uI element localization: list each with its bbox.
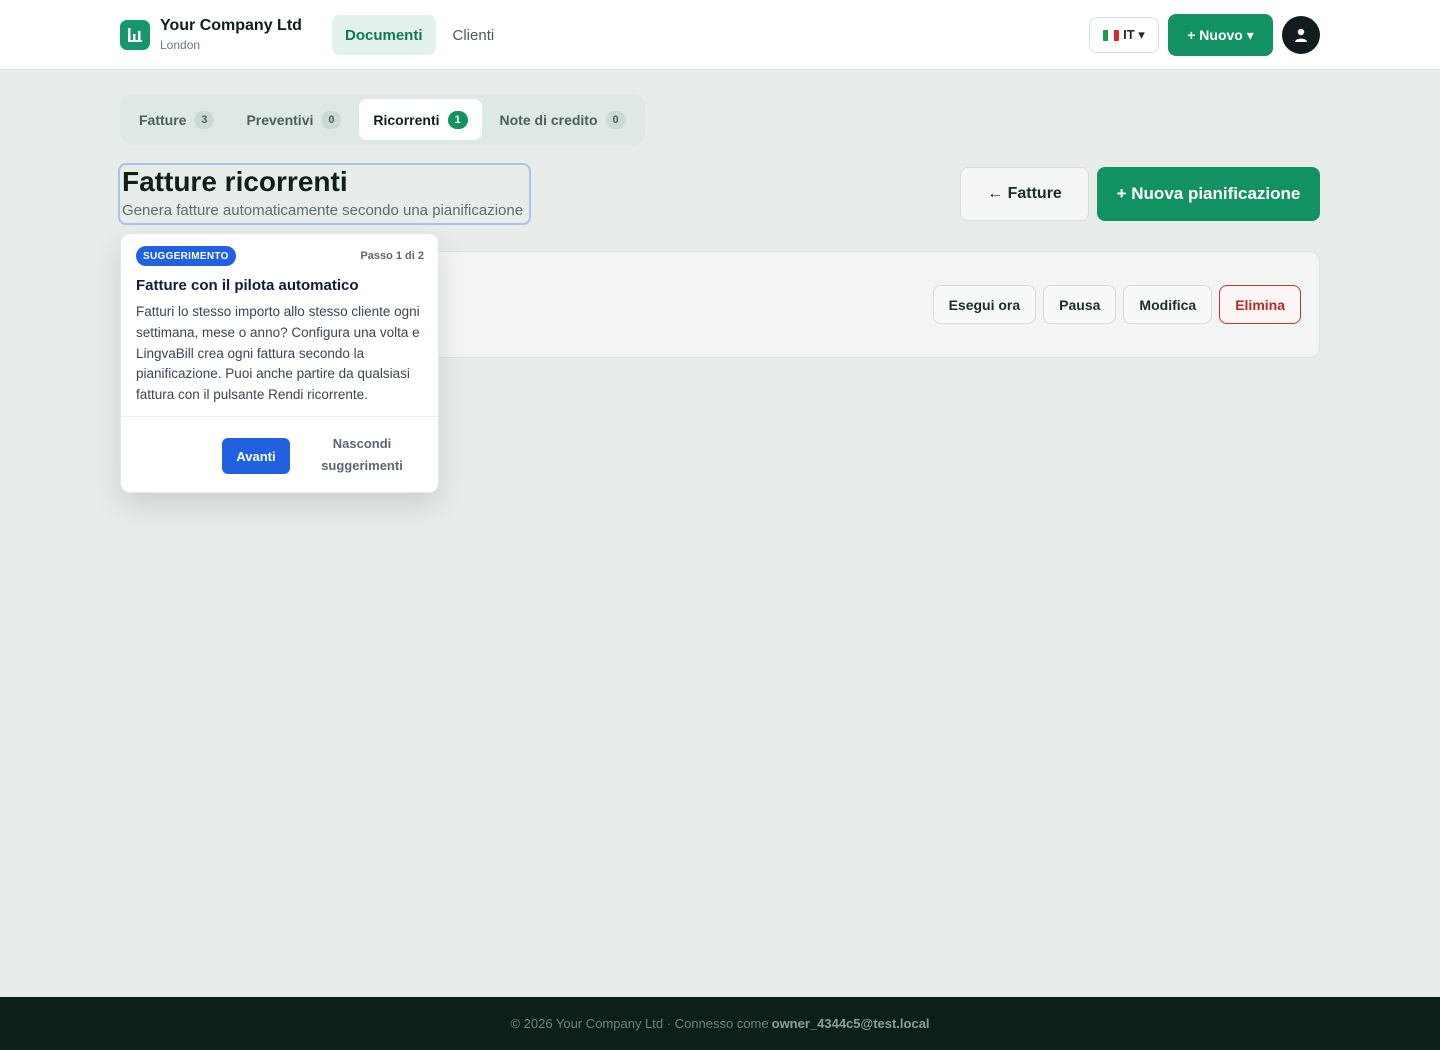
user-icon: [1295, 28, 1307, 42]
page-subtitle: Genera fatture automaticamente secondo u…: [122, 202, 524, 219]
back-to-invoices-button[interactable]: ← Fatture: [960, 167, 1089, 221]
tip-badge: SUGGERIMENTO: [136, 246, 236, 266]
tab-label: Ricorrenti: [373, 111, 440, 128]
delete-button[interactable]: Elimina: [1219, 285, 1301, 324]
tip-next-button[interactable]: Avanti: [222, 438, 290, 474]
top-bar: Your Company Ltd London Documenti Client…: [0, 0, 1440, 70]
tip-step-indicator: Passo 1 di 2: [360, 250, 424, 262]
page-title: Fatture ricorrenti: [122, 166, 348, 197]
edit-button[interactable]: Modifica: [1123, 285, 1213, 324]
onboarding-tooltip: SUGGERIMENTO Passo 1 di 2 Fatture con il…: [120, 233, 439, 493]
nav-clienti[interactable]: Clienti: [440, 15, 508, 55]
user-avatar[interactable]: [1282, 16, 1320, 54]
company-name: Your Company Ltd: [160, 17, 302, 34]
company-city: London: [160, 38, 201, 52]
brand[interactable]: Your Company Ltd London: [120, 17, 302, 53]
footer-user: owner_4344c5@test.local: [771, 1016, 930, 1031]
tip-body: Fatturi lo stesso importo allo stesso cl…: [136, 304, 420, 403]
new-document-button[interactable]: + Nuovo ▾: [1168, 14, 1273, 56]
language-selector[interactable]: IT ▾: [1089, 17, 1159, 53]
chart-logo-icon: [120, 20, 150, 50]
tab-label: Fatture: [139, 111, 187, 128]
italy-flag-icon: [1103, 29, 1120, 41]
tip-title: Fatture con il pilota automatico: [136, 277, 359, 294]
footer-text: © 2026 Your Company Ltd · Connesso come: [510, 1016, 769, 1031]
main-nav: Documenti Clienti: [332, 15, 507, 55]
new-button-label: + Nuovo ▾: [1187, 26, 1254, 43]
nav-documenti[interactable]: Documenti: [332, 15, 436, 55]
document-tabs: Fatture 3 Preventivi 0 Ricorrenti 1 Note…: [120, 94, 645, 145]
page-heading-highlight: Fatture ricorrenti Genera fatture automa…: [118, 163, 531, 225]
tab-count-badge: 3: [194, 110, 215, 129]
tab-label: Preventivi: [246, 111, 314, 128]
tab-fatture[interactable]: Fatture 3: [125, 99, 228, 140]
page-footer: © 2026 Your Company Ltd · Connesso come …: [0, 997, 1440, 1050]
tab-count-badge: 1: [447, 110, 468, 129]
tab-ricorrenti[interactable]: Ricorrenti 1: [359, 99, 482, 140]
tip-footer: Avanti Nascondi suggerimenti: [121, 416, 438, 492]
pause-button[interactable]: Pausa: [1043, 285, 1117, 324]
tab-label: Note di credito: [499, 111, 598, 128]
run-now-button[interactable]: Esegui ora: [932, 285, 1037, 324]
new-schedule-button[interactable]: + Nuova pianificazione: [1097, 167, 1320, 221]
tab-note-di-credito[interactable]: Note di credito 0: [486, 99, 640, 140]
tab-count-badge: 0: [321, 110, 342, 129]
card-actions: Esegui ora Pausa Modifica Elimina: [932, 285, 1301, 324]
tip-hide-button[interactable]: Nascondi suggerimenti: [301, 433, 423, 477]
tab-count-badge: 0: [605, 110, 626, 129]
language-label: IT ▾: [1123, 27, 1145, 42]
tab-preventivi[interactable]: Preventivi 0: [232, 99, 355, 140]
